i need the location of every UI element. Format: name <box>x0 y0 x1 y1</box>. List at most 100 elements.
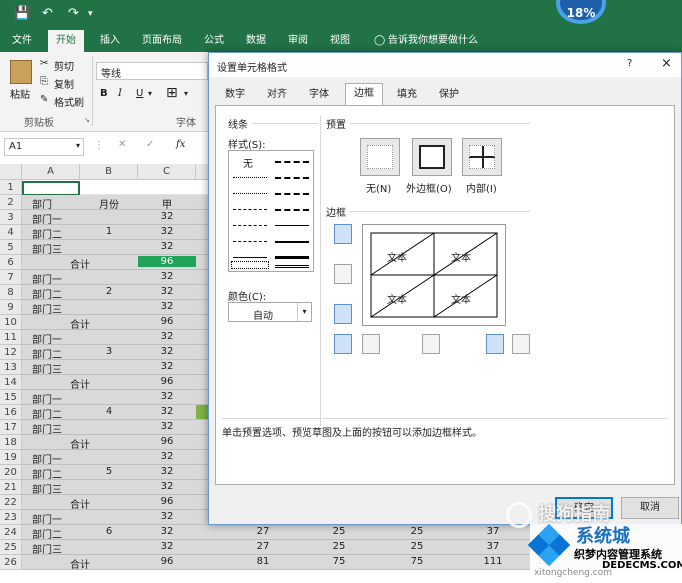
cell-a[interactable]: 部门一 <box>32 511 80 526</box>
row-header[interactable]: 24 <box>0 525 22 540</box>
preset-inside-label[interactable]: 内部(I) <box>466 180 497 195</box>
cell-extra[interactable]: 25 <box>324 541 354 552</box>
cell-a[interactable]: 合计 <box>22 316 138 331</box>
cancel-button[interactable]: 取消 <box>621 497 679 519</box>
italic-button[interactable]: I <box>118 88 122 99</box>
paste-button[interactable]: 粘贴 <box>10 86 30 101</box>
cell-a[interactable]: 合计 <box>22 556 138 571</box>
select-all-corner[interactable] <box>0 164 22 180</box>
close-icon[interactable]: × <box>661 56 672 71</box>
cell-a[interactable]: 部门一 <box>32 391 80 406</box>
cancel-entry-icon[interactable]: ✕ <box>118 139 126 150</box>
cell-a[interactable]: 部门 <box>32 196 80 211</box>
tab-review[interactable]: 审阅 <box>286 30 310 52</box>
row-header[interactable]: 6 <box>0 255 22 270</box>
preset-outline-button[interactable] <box>412 138 452 176</box>
cell-c[interactable]: 32 <box>138 241 196 252</box>
underline-button[interactable]: U <box>136 88 143 99</box>
name-box-dropdown-icon[interactable]: ▾ <box>76 141 80 150</box>
underline-dropdown-icon[interactable]: ▾ <box>148 89 152 98</box>
cut-icon[interactable]: ✂ <box>40 58 48 69</box>
line-style-dash-dot-med[interactable] <box>275 177 309 179</box>
row-header[interactable]: 18 <box>0 435 22 450</box>
line-style-none[interactable]: 无 <box>243 155 253 170</box>
border-diagonal-up-button[interactable] <box>334 334 352 354</box>
cell-a[interactable]: 部门一 <box>32 331 80 346</box>
cell-a[interactable]: 部门三 <box>32 301 80 316</box>
cell-a[interactable]: 部门二 <box>32 226 80 241</box>
row-header[interactable]: 1 <box>0 180 22 195</box>
row-header[interactable]: 16 <box>0 405 22 420</box>
row-header[interactable]: 7 <box>0 270 22 285</box>
font-name-select[interactable]: 等线 <box>96 62 208 80</box>
cell-c[interactable]: 96 <box>138 436 196 447</box>
cell-a[interactable]: 部门二 <box>32 346 80 361</box>
cell-c[interactable]: 甲 <box>138 196 196 211</box>
cell-c[interactable]: 32 <box>138 541 196 552</box>
cell-c[interactable]: 32 <box>138 406 196 417</box>
cell-a[interactable]: 部门二 <box>32 466 80 481</box>
row-header[interactable]: 17 <box>0 420 22 435</box>
tab-alignment[interactable]: 对齐 <box>259 85 295 105</box>
line-style-hair[interactable] <box>233 257 267 258</box>
cell-c[interactable]: 96 <box>138 496 196 507</box>
row-header[interactable]: 9 <box>0 300 22 315</box>
cell-a[interactable]: 部门一 <box>32 271 80 286</box>
insert-function-icon[interactable]: fx <box>176 139 185 150</box>
cell-c[interactable]: 96 <box>138 556 196 567</box>
cell-c[interactable]: 32 <box>138 331 196 342</box>
cell-c[interactable]: 32 <box>138 346 196 357</box>
formula-bar-menu-icon[interactable]: ⋮ <box>94 140 104 151</box>
tab-home[interactable]: 开始 <box>48 30 84 52</box>
line-style-slant-dash[interactable] <box>275 193 309 195</box>
color-select[interactable]: 自动 ▾ <box>228 302 312 322</box>
cell-b[interactable]: 2 <box>80 286 138 297</box>
cell-c[interactable]: 96 <box>138 256 196 267</box>
cell-a[interactable]: 部门三 <box>32 241 80 256</box>
cell-a[interactable]: 合计 <box>22 436 138 451</box>
customize-qat-icon[interactable]: ▾ <box>88 9 93 19</box>
cell-c[interactable]: 32 <box>138 481 196 492</box>
preset-none-button[interactable] <box>360 138 400 176</box>
cell-c[interactable]: 32 <box>138 301 196 312</box>
color-dropdown-icon[interactable]: ▾ <box>297 303 311 321</box>
cell-a[interactable]: 部门三 <box>32 541 80 556</box>
preset-inside-button[interactable] <box>462 138 502 176</box>
row-header[interactable]: 2 <box>0 195 22 210</box>
line-style-dashed[interactable] <box>233 241 267 242</box>
row-header[interactable]: 22 <box>0 495 22 510</box>
row-header[interactable]: 11 <box>0 330 22 345</box>
cell-extra[interactable]: 25 <box>324 526 354 537</box>
border-bottom-button[interactable] <box>334 304 352 324</box>
tab-fill[interactable]: 填充 <box>389 85 425 105</box>
tab-font[interactable]: 字体 <box>301 85 337 105</box>
cell-a[interactable] <box>22 181 80 196</box>
cell-a[interactable]: 部门一 <box>32 211 80 226</box>
cell-extra[interactable]: 25 <box>402 541 432 552</box>
row-header[interactable]: 10 <box>0 315 22 330</box>
cell-extra[interactable]: 27 <box>248 526 278 537</box>
confirm-entry-icon[interactable]: ✓ <box>146 139 154 150</box>
cell-a[interactable]: 部门三 <box>32 361 80 376</box>
line-style-medium-dashed[interactable] <box>275 209 309 211</box>
row-header[interactable]: 4 <box>0 225 22 240</box>
row-header[interactable]: 25 <box>0 540 22 555</box>
cell-c[interactable]: 32 <box>138 451 196 462</box>
row-header[interactable]: 21 <box>0 480 22 495</box>
tell-me-search[interactable]: 告诉我你想要做什么 <box>386 30 480 52</box>
cut-button[interactable]: 剪切 <box>54 58 74 73</box>
line-style-dash-dot-dot[interactable] <box>233 225 267 226</box>
cell-b[interactable]: 1 <box>80 226 138 237</box>
cell-c[interactable]: 32 <box>138 361 196 372</box>
cell-b[interactable]: 3 <box>80 346 138 357</box>
column-header-b[interactable]: B <box>80 164 138 180</box>
preset-outline-label[interactable]: 外边框(O) <box>406 180 452 195</box>
row-header[interactable]: 5 <box>0 240 22 255</box>
row-header[interactable]: 20 <box>0 465 22 480</box>
border-right-button[interactable] <box>486 334 504 354</box>
line-style-thick[interactable] <box>275 256 309 259</box>
cell-a[interactable]: 部门二 <box>32 406 80 421</box>
cell-extra[interactable]: 75 <box>324 556 354 567</box>
cell-b[interactable]: 5 <box>80 466 138 477</box>
column-header-a[interactable]: A <box>22 164 80 180</box>
